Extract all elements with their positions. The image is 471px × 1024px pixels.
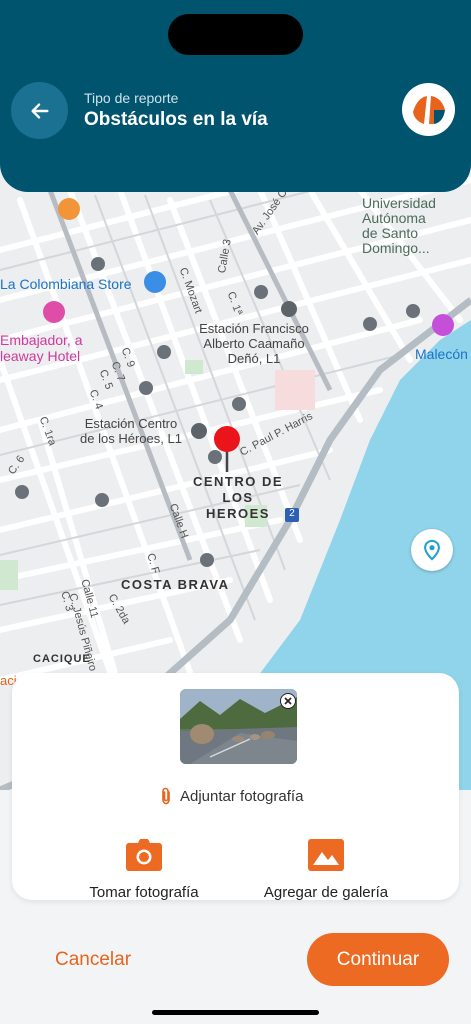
label-malecon: Malecón (415, 346, 468, 362)
add-from-gallery-button[interactable]: Agregar de galería (241, 839, 411, 901)
header: Tipo de reporte Obstáculos en la vía (0, 0, 471, 192)
attach-photo-label: Adjuntar fotografía (180, 787, 304, 805)
label-universidad: Universidad Autónoma de Santo Domingo... (362, 195, 436, 256)
app-logo-icon (408, 89, 449, 130)
take-photo-button[interactable]: Tomar fotografía (59, 839, 229, 901)
label-costa-brava: COSTA BRAVA (121, 577, 230, 592)
attachment-card: Adjuntar fotografía Tomar fotografía Agr… (12, 673, 459, 901)
location-pin-icon (424, 539, 440, 561)
home-indicator (152, 1010, 319, 1015)
label-colombiana-store: La Colombiana Store (0, 276, 132, 292)
dynamic-island (168, 14, 303, 55)
cancel-button[interactable]: Cancelar (55, 949, 131, 971)
label-centro-heroes: CENTRO DE LOS HEROES (192, 474, 284, 521)
arrow-left-icon (30, 102, 49, 119)
location-button[interactable] (411, 529, 453, 571)
label-estacion-centro: Estación Centro de los Héroes, L1 (80, 416, 182, 446)
take-photo-label: Tomar fotografía (89, 884, 199, 901)
route-badge-number: 2 (289, 508, 295, 519)
attach-photo-link[interactable]: Adjuntar fotografía (158, 786, 303, 806)
continue-button[interactable]: Continuar (307, 933, 449, 986)
report-type-label: Tipo de reporte (84, 90, 179, 106)
camera-icon (126, 839, 162, 871)
map-pin-icon[interactable] (212, 424, 242, 474)
add-from-gallery-label: Agregar de galería (263, 884, 389, 901)
gallery-icon (308, 839, 344, 871)
app-logo (402, 83, 455, 136)
report-title: Obstáculos en la vía (84, 109, 268, 130)
close-icon (284, 697, 292, 705)
label-estacion-francisco: Estación Francisco Alberto Caamaño Deñó,… (199, 321, 309, 366)
remove-photo-button[interactable] (280, 693, 296, 709)
label-embajador-hotel: Embajador, a leaway Hotel (0, 332, 83, 364)
paperclip-icon (162, 787, 170, 805)
back-button[interactable] (11, 82, 68, 139)
